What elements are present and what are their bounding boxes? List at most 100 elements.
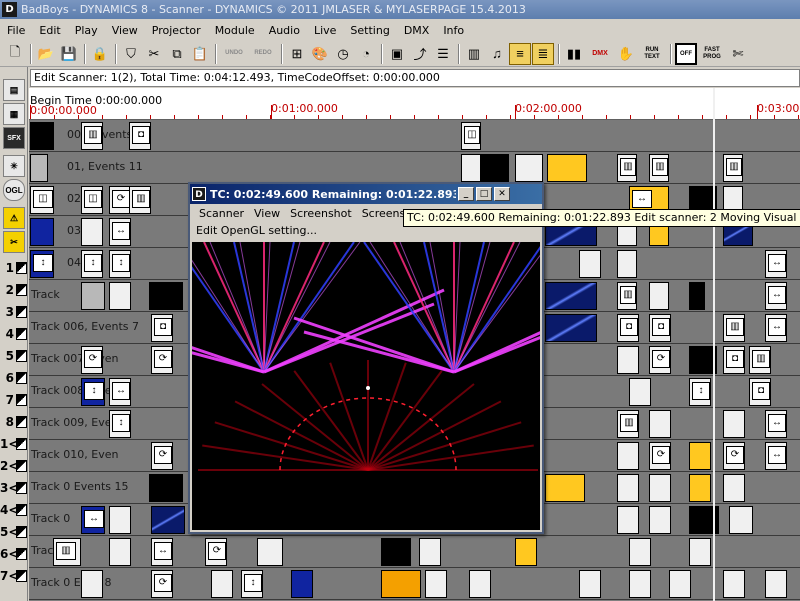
timeline-event[interactable]: [149, 282, 183, 310]
timeline-event[interactable]: [257, 538, 283, 566]
timeline-event[interactable]: [381, 538, 411, 566]
timeline-event[interactable]: ◫: [81, 186, 103, 214]
new-file-icon[interactable]: 🗋: [4, 43, 26, 65]
timeline-event[interactable]: ↔: [765, 410, 787, 438]
timeline-event[interactable]: [689, 442, 711, 470]
timeline-event[interactable]: [723, 474, 745, 502]
undo-button[interactable]: UNDO: [220, 43, 248, 65]
timeline-event[interactable]: ↔: [765, 250, 787, 278]
timeline-event[interactable]: ↕: [30, 250, 54, 278]
timeline-event[interactable]: ↕: [81, 378, 105, 406]
sidebar-row-3[interactable]: 3: [0, 301, 28, 323]
timeline-view-icon[interactable]: ≡: [509, 42, 531, 65]
sidebar-row-2-back[interactable]: 2<: [0, 455, 28, 477]
switch-icon[interactable]: [16, 306, 27, 318]
menu-module[interactable]: Module: [208, 24, 262, 37]
timeline-event[interactable]: [723, 410, 745, 438]
timeline-event[interactable]: ↕: [689, 378, 711, 406]
timeline-event[interactable]: ◘: [129, 122, 151, 150]
timeline-event[interactable]: ▥: [617, 154, 637, 182]
switch-icon[interactable]: [16, 284, 27, 296]
open-folder-icon[interactable]: 📂: [35, 43, 57, 65]
menu-edit[interactable]: Edit: [32, 24, 67, 37]
maximize-icon[interactable]: □: [476, 187, 492, 201]
sidebar-row-1-back[interactable]: 1<: [0, 433, 28, 455]
menu-file[interactable]: File: [0, 24, 32, 37]
dmx-button[interactable]: DMX: [586, 43, 614, 65]
timeline-event[interactable]: [515, 538, 537, 566]
timeline-event[interactable]: [617, 474, 639, 502]
fast-prog-button[interactable]: FAST PROG: [698, 43, 726, 65]
timeline-event[interactable]: ⟳: [109, 186, 131, 214]
time-ruler[interactable]: Begin Time 0:00:00.000 0:00:00.000 0:01:…: [29, 88, 800, 120]
sidebar-row-1[interactable]: 1: [0, 257, 28, 279]
timeline-event[interactable]: [419, 538, 441, 566]
timeline-event[interactable]: [649, 506, 671, 534]
menu-audio[interactable]: Audio: [262, 24, 307, 37]
timeline-event[interactable]: ◘: [749, 378, 771, 406]
timeline-event[interactable]: [723, 570, 745, 598]
timeline-event[interactable]: ⟳: [649, 346, 671, 374]
timeline-event[interactable]: ↕: [109, 410, 131, 438]
timeline-event[interactable]: [579, 570, 601, 598]
warning-icon[interactable]: ⚠: [3, 207, 25, 229]
switch-icon[interactable]: [16, 548, 27, 560]
sidebar-row-2[interactable]: 2: [0, 279, 28, 301]
timeline-event[interactable]: ⟳: [151, 570, 173, 598]
playhead[interactable]: [713, 88, 715, 601]
timeline-zoom-icon[interactable]: ≣: [532, 42, 554, 65]
timeline-event[interactable]: [381, 570, 421, 598]
timeline-event[interactable]: ↔: [765, 282, 787, 310]
menu-play[interactable]: Play: [68, 24, 105, 37]
sidebar-row-7[interactable]: 7: [0, 389, 28, 411]
menu-setting[interactable]: Setting: [343, 24, 396, 37]
timeline-event[interactable]: [30, 154, 48, 182]
timeline-event[interactable]: [545, 474, 585, 502]
piano-icon[interactable]: ▮▮: [563, 43, 585, 65]
off-button[interactable]: OFF: [675, 42, 697, 65]
timeline-event[interactable]: ▥: [723, 314, 745, 342]
pie-icon[interactable]: ◔: [355, 43, 377, 65]
sidebar-row-3-back[interactable]: 3<: [0, 477, 28, 499]
sidebar-row-4[interactable]: 4: [0, 323, 28, 345]
scanner-menu-screenshot[interactable]: Screenshot: [285, 207, 357, 220]
switch-icon[interactable]: [16, 350, 27, 362]
switch-icon[interactable]: [16, 570, 27, 582]
timeline-event[interactable]: [629, 570, 651, 598]
timeline-event[interactable]: [149, 474, 183, 502]
timeline-event[interactable]: ↔: [109, 378, 131, 406]
timeline-event[interactable]: [211, 570, 233, 598]
sidebar-row-6[interactable]: 6: [0, 367, 28, 389]
switch-icon[interactable]: [16, 460, 27, 472]
timeline-event[interactable]: ⟳: [81, 346, 103, 374]
scissors-icon[interactable]: ✄: [727, 43, 749, 65]
switch-icon[interactable]: [16, 416, 27, 428]
timeline-event[interactable]: [151, 506, 185, 534]
timeline-event[interactable]: ◫: [461, 122, 481, 150]
tools-icon[interactable]: ✂: [3, 231, 25, 253]
grid-icon[interactable]: ⊞: [286, 43, 308, 65]
switch-icon[interactable]: [16, 372, 27, 384]
film-icon[interactable]: ▥: [463, 43, 485, 65]
scanner-window-titlebar[interactable]: D TC: 0:02:49.600 Remaining: 0:01:22.893…: [190, 184, 542, 204]
timeline-event[interactable]: ▥: [649, 154, 669, 182]
timeline-event[interactable]: ↕: [109, 250, 131, 278]
timeline-event[interactable]: ↕: [241, 570, 263, 598]
timeline-event[interactable]: [109, 538, 131, 566]
timeline-event[interactable]: [649, 282, 669, 310]
hand-icon[interactable]: ✋: [615, 43, 637, 65]
switch-icon[interactable]: [16, 394, 27, 406]
timeline-event[interactable]: [109, 506, 131, 534]
timeline-event[interactable]: [765, 570, 787, 598]
timeline-event[interactable]: [617, 506, 639, 534]
timeline-event[interactable]: [617, 442, 639, 470]
chip-icon[interactable]: ▣: [386, 43, 408, 65]
timeline-event[interactable]: ↔: [109, 218, 131, 246]
timeline-event[interactable]: ⟳: [649, 442, 671, 470]
menu-view[interactable]: View: [105, 24, 145, 37]
timeline-event[interactable]: ↔: [81, 506, 105, 534]
timeline-event[interactable]: [629, 378, 651, 406]
timeline-event[interactable]: ⟳: [205, 538, 227, 566]
timeline-event[interactable]: [617, 250, 637, 278]
lock-icon[interactable]: 🔒: [89, 43, 111, 65]
